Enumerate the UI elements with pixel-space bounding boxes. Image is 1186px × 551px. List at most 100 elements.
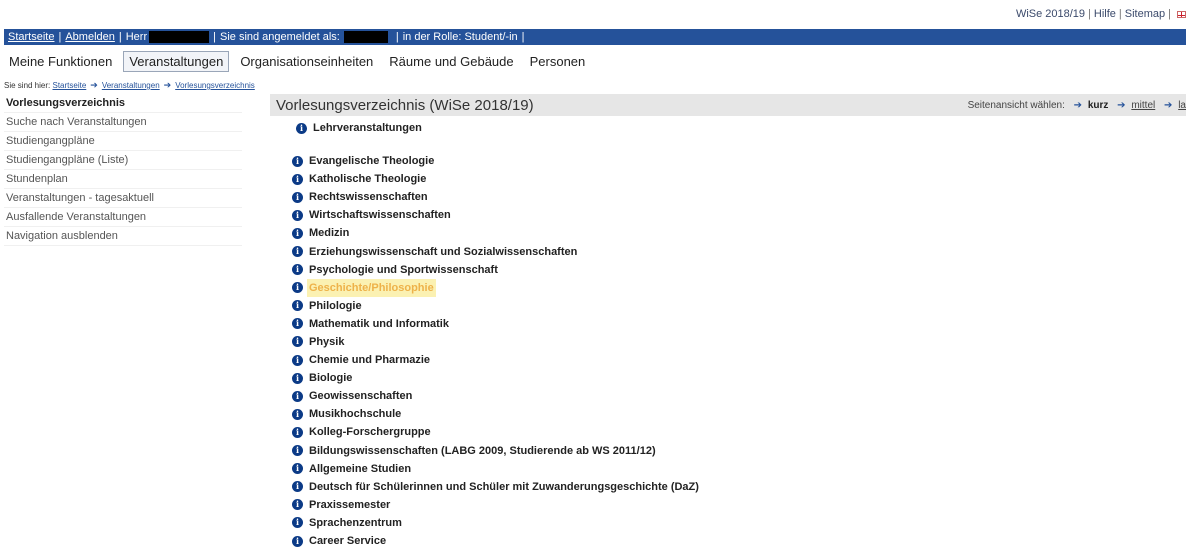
category-item[interactable]: i Musikhochschule: [292, 405, 699, 423]
category-item[interactable]: i Physik: [292, 333, 699, 351]
category-label[interactable]: Chemie und Pharmazie: [309, 354, 430, 366]
info-icon[interactable]: i: [292, 209, 303, 221]
info-icon[interactable]: i: [292, 155, 303, 167]
breadcrumb-startseite[interactable]: Startseite: [52, 81, 86, 90]
salutation: Herr: [125, 31, 148, 43]
info-icon[interactable]: i: [292, 246, 303, 258]
info-icon[interactable]: i: [292, 354, 303, 366]
category-item[interactable]: i Allgemeine Studien: [292, 460, 699, 478]
sidebar-item-vorlesungsverzeichnis[interactable]: Vorlesungsverzeichnis: [4, 94, 242, 113]
sitemap-link[interactable]: Sitemap: [1125, 8, 1165, 20]
separator: |: [395, 31, 399, 43]
nav-raeume-und-gebaeude[interactable]: Räume und Gebäude: [384, 52, 518, 71]
category-label[interactable]: Physik: [309, 336, 344, 348]
category-label[interactable]: Wirtschaftswissenschaften: [309, 209, 451, 221]
page-title: Vorlesungsverzeichnis (WiSe 2018/19): [276, 96, 534, 114]
sidebar-item-suche[interactable]: Suche nach Veranstaltungen: [4, 113, 242, 132]
nav-organisationseinheiten[interactable]: Organisationseinheiten: [235, 52, 378, 71]
semester-link[interactable]: WiSe 2018/19: [1016, 8, 1085, 20]
breadcrumb: Sie sind hier: Startseite ➔ Veranstaltun…: [4, 80, 255, 91]
category-label[interactable]: Erziehungswissenschaft und Sozialwissens…: [309, 246, 577, 258]
category-item[interactable]: i Katholische Theologie: [292, 170, 699, 188]
sidebar: Vorlesungsverzeichnis Suche nach Veranst…: [4, 94, 242, 246]
category-label[interactable]: Philologie: [309, 300, 362, 312]
view-long[interactable]: la: [1178, 100, 1186, 111]
info-icon[interactable]: i: [292, 264, 303, 276]
category-label[interactable]: Kolleg-Forschergruppe: [309, 426, 431, 438]
info-icon[interactable]: i: [292, 445, 303, 457]
view-short[interactable]: kurz: [1088, 100, 1109, 111]
category-item[interactable]: i Medizin: [292, 224, 699, 242]
info-icon[interactable]: i: [292, 318, 303, 330]
category-item[interactable]: i Sprachenzentrum: [292, 514, 699, 532]
category-item[interactable]: i Psychologie und Sportwissenschaft: [292, 261, 699, 279]
category-item[interactable]: i Deutsch für Schülerinnen und Schüler mi…: [292, 478, 699, 496]
category-label[interactable]: Sprachenzentrum: [309, 517, 402, 529]
info-icon[interactable]: i: [292, 191, 303, 203]
category-item[interactable]: i Philologie: [292, 297, 699, 315]
info-icon[interactable]: i: [292, 173, 303, 185]
category-item[interactable]: i Wirtschaftswissenschaften: [292, 206, 699, 224]
sidebar-item-stundenplan[interactable]: Stundenplan: [4, 170, 242, 189]
view-medium[interactable]: mittel: [1131, 100, 1155, 111]
info-icon[interactable]: i: [292, 463, 303, 475]
category-item[interactable]: i Erziehungswissenschaft und Sozialwissen…: [292, 242, 699, 260]
category-label[interactable]: Deutsch für Schülerinnen und Schüler mit…: [309, 481, 699, 493]
category-label[interactable]: Biologie: [309, 372, 352, 384]
category-label[interactable]: Geschichte/Philosophie: [307, 278, 436, 297]
category-label[interactable]: Bildungswissenschaften (LABG 2009, Studi…: [309, 445, 656, 457]
info-icon[interactable]: i: [292, 372, 303, 384]
category-label[interactable]: Katholische Theologie: [309, 173, 426, 185]
category-label[interactable]: Evangelische Theologie: [309, 155, 434, 167]
category-label[interactable]: Career Service: [309, 535, 386, 547]
category-label[interactable]: Musikhochschule: [309, 408, 401, 420]
category-label[interactable]: Psychologie und Sportwissenschaft: [309, 264, 498, 276]
tree-root[interactable]: i Lehrveranstaltungen: [296, 122, 422, 134]
category-item[interactable]: i Bildungswissenschaften (LABG 2009, Stud…: [292, 442, 699, 460]
category-label[interactable]: Allgemeine Studien: [309, 463, 411, 475]
category-label[interactable]: Rechtswissenschaften: [309, 191, 428, 203]
category-label[interactable]: Praxissemester: [309, 499, 390, 511]
category-label[interactable]: Mathematik und Informatik: [309, 318, 449, 330]
category-item[interactable]: i Evangelische Theologie: [292, 152, 699, 170]
category-label[interactable]: Geowissenschaften: [309, 390, 412, 402]
sidebar-item-navigation-ausblenden[interactable]: Navigation ausblenden: [4, 227, 242, 246]
sidebar-item-studiengangplaene[interactable]: Studiengangpläne: [4, 132, 242, 151]
category-item[interactable]: i Geschichte/Philosophie: [292, 278, 699, 297]
category-item[interactable]: i Kolleg-Forschergruppe: [292, 423, 699, 441]
view-selector: Seitenansicht wählen: ➔ kurz ➔ mittel ➔ …: [968, 100, 1186, 111]
nav-veranstaltungen[interactable]: Veranstaltungen: [123, 50, 230, 72]
breadcrumb-veranstaltungen[interactable]: Veranstaltungen: [102, 81, 160, 90]
info-icon[interactable]: i: [292, 300, 303, 312]
info-icon[interactable]: i: [292, 517, 303, 529]
utility-links: WiSe 2018/19 | Hilfe | Sitemap |: [1016, 8, 1186, 20]
info-icon[interactable]: i: [292, 282, 303, 294]
info-icon[interactable]: i: [292, 481, 303, 493]
info-icon[interactable]: i: [292, 390, 303, 402]
info-icon[interactable]: i: [292, 499, 303, 511]
info-icon[interactable]: i: [292, 408, 303, 420]
info-icon[interactable]: i: [292, 535, 303, 547]
category-item[interactable]: i Geowissenschaften: [292, 387, 699, 405]
category-item[interactable]: i Mathematik und Informatik: [292, 315, 699, 333]
category-item[interactable]: i Rechtswissenschaften: [292, 188, 699, 206]
info-icon[interactable]: i: [292, 336, 303, 348]
info-icon[interactable]: i: [292, 227, 303, 239]
category-item[interactable]: i Career Service: [292, 532, 699, 550]
sidebar-item-tagesaktuell[interactable]: Veranstaltungen - tagesaktuell: [4, 189, 242, 208]
logout-link[interactable]: Abmelden: [65, 31, 115, 43]
info-icon[interactable]: i: [296, 122, 307, 134]
category-item[interactable]: i Chemie und Pharmazie: [292, 351, 699, 369]
help-link[interactable]: Hilfe: [1094, 8, 1116, 20]
category-item[interactable]: i Praxissemester: [292, 496, 699, 514]
category-label[interactable]: Medizin: [309, 227, 349, 239]
breadcrumb-vorlesungsverzeichnis[interactable]: Vorlesungsverzeichnis: [175, 81, 255, 90]
home-link[interactable]: Startseite: [8, 31, 54, 43]
info-icon[interactable]: i: [292, 426, 303, 438]
nav-personen[interactable]: Personen: [525, 52, 591, 71]
english-flag-icon[interactable]: [1177, 10, 1186, 18]
sidebar-item-ausfallende[interactable]: Ausfallende Veranstaltungen: [4, 208, 242, 227]
category-item[interactable]: i Biologie: [292, 369, 699, 387]
sidebar-item-studiengangplaene-liste[interactable]: Studiengangpläne (Liste): [4, 151, 242, 170]
nav-meine-funktionen[interactable]: Meine Funktionen: [4, 52, 117, 71]
